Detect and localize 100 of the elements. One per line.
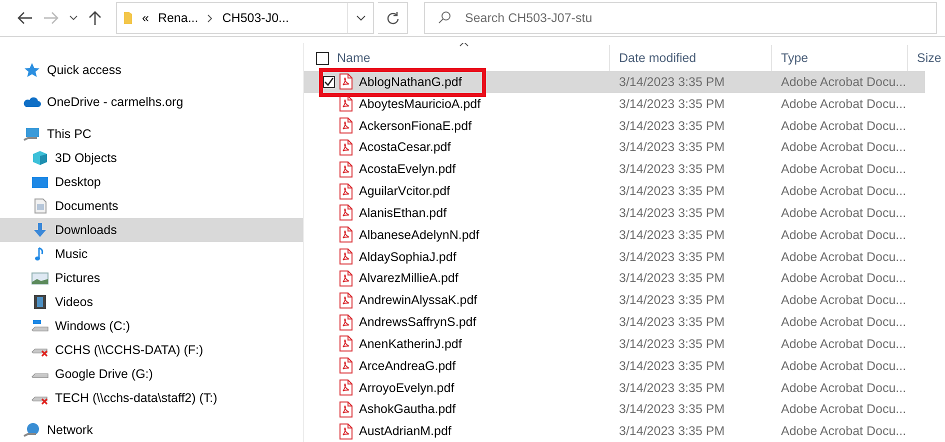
nav-item[interactable]: Windows (C:) — [0, 314, 303, 338]
pdf-file-icon — [339, 182, 353, 200]
date-modified: 3/14/2023 3:35 PM — [618, 184, 726, 198]
file-type: Adobe Acrobat Docu... — [780, 228, 908, 242]
file-type: Adobe Acrobat Docu... — [780, 250, 908, 264]
disconnected-drive-icon — [31, 396, 49, 404]
date-modified: 3/14/2023 3:35 PM — [618, 358, 726, 373]
row-checkbox[interactable] — [323, 76, 335, 88]
file-row[interactable]: AndrewinAlyssaK.pdf 3/14/2023 3:35 PM Adobe Acrobat Docu... — [304, 289, 925, 312]
nav-item[interactable]: 3D Objects — [0, 146, 303, 170]
refresh-button[interactable] — [378, 2, 408, 34]
nav-item[interactable]: Documents — [0, 194, 303, 218]
nav-item[interactable]: OneDrive - carmelhs.org — [0, 90, 303, 114]
file-row[interactable]: AguilarVcitor.pdf 3/14/2023 3:35 PM Adobe Acrobat Docu... — [304, 180, 925, 202]
pdf-file-icon — [339, 117, 353, 134]
breadcrumb[interactable]: CH503-J0... — [222, 11, 289, 25]
date-modified: 3/14/2023 3:35 PM — [618, 96, 726, 111]
file-row[interactable]: AndrewsSaffrynS.pdf 3/14/2023 3:35 PM Adobe Acrobat Docu... — [304, 311, 925, 333]
breadcrumb-overflow[interactable]: « — [142, 11, 149, 25]
file-type: Adobe Acrobat Docu... — [780, 271, 908, 286]
column-header[interactable]: Name — [337, 51, 370, 65]
star-icon — [23, 62, 41, 78]
nav-item[interactable]: This PC — [0, 122, 303, 146]
file-type: Adobe Acrobat Docu... — [780, 424, 908, 438]
nav-item[interactable]: Pictures — [0, 266, 303, 290]
nav-item[interactable]: Google Drive (G:) — [0, 362, 303, 386]
download-arrow-icon — [31, 222, 49, 238]
date-modified: 3/14/2023 3:35 PM — [618, 380, 726, 394]
pdf-file-icon — [339, 73, 353, 90]
select-all-checkbox[interactable] — [316, 52, 329, 64]
file-row[interactable]: AblogNathanG.pdf 3/14/2023 3:35 PM Adobe Acrobat Docu... — [304, 71, 925, 93]
chevron-icon — [207, 14, 214, 22]
file-name: AboytesMauricioA.pdf — [359, 96, 481, 111]
file-name: AshokGautha.pdf — [359, 402, 456, 416]
search-field[interactable]: Search CH503-J07-stu — [424, 2, 937, 34]
chevron-down-icon — [356, 15, 366, 21]
file-type: Adobe Acrobat Docu... — [780, 293, 908, 308]
address-bar[interactable]: « Rena... CH503-J0... — [116, 2, 374, 34]
disconnected-drive-icon — [31, 348, 49, 356]
file-row[interactable]: AboytesMauricioA.pdf 3/14/2023 3:35 PM Adobe Acrobat Docu... — [304, 92, 925, 115]
file-name: AckersonFionaE.pdf — [359, 118, 472, 133]
file-name: AndrewinAlyssaK.pdf — [359, 293, 478, 308]
breadcrumb[interactable]: Rena... — [158, 11, 198, 25]
nav-item[interactable]: Downloads — [0, 218, 303, 242]
file-name: AguilarVcitor.pdf — [359, 184, 450, 198]
column-header[interactable]: Type — [781, 51, 808, 65]
folder-icon — [123, 11, 133, 25]
file-row[interactable]: AcostaCesar.pdf 3/14/2023 3:35 PM Adobe Acrobat Docu... — [304, 136, 925, 158]
forward-arrow-icon — [43, 11, 59, 25]
file-row[interactable]: AnenKatherinJ.pdf 3/14/2023 3:35 PM Adobe Acrobat Docu... — [304, 332, 925, 355]
file-type: Adobe Acrobat Docu... — [780, 118, 908, 133]
file-row[interactable]: ArroyoEvelyn.pdf 3/14/2023 3:35 PM Adobe Acrobat Docu... — [304, 376, 925, 398]
nav-item[interactable]: CCHS (\\CCHS-DATA) (F:) — [0, 338, 303, 362]
nav-item[interactable]: Desktop — [0, 170, 303, 194]
pdf-file-icon — [339, 160, 353, 178]
pdf-file-icon — [339, 335, 353, 352]
file-row[interactable]: AlvarezMillieA.pdf 3/14/2023 3:35 PM Adobe Acrobat Docu... — [304, 267, 925, 290]
date-modified: 3/14/2023 3:35 PM — [618, 336, 726, 351]
pdf-file-icon — [339, 292, 353, 309]
nav-item[interactable]: TECH (\\cchs-data\staff2) (T:) — [0, 386, 303, 410]
column-header[interactable]: Size — [917, 51, 942, 65]
file-name: AndrewsSaffrynS.pdf — [359, 315, 476, 330]
file-row[interactable]: AustAdrianM.pdf 3/14/2023 3:35 PM Adobe Acrobat Docu... — [304, 420, 925, 442]
column-header[interactable]: Date modified — [619, 51, 696, 65]
file-type: Adobe Acrobat Docu... — [780, 336, 908, 351]
file-row[interactable]: AshokGautha.pdf 3/14/2023 3:35 PM Adobe Acrobat Docu... — [304, 398, 925, 420]
nav-item[interactable]: Music — [0, 242, 303, 266]
drive-icon — [31, 372, 49, 378]
date-modified: 3/14/2023 3:35 PM — [618, 206, 726, 220]
file-row[interactable]: AcostaEvelyn.pdf 3/14/2023 3:35 PM Adobe Acrobat Docu... — [304, 158, 925, 180]
computer-icon — [23, 126, 41, 142]
file-row[interactable]: AlanisEthan.pdf 3/14/2023 3:35 PM Adobe Acrobat Docu... — [304, 202, 925, 224]
pdf-file-icon — [339, 400, 353, 418]
file-type: Adobe Acrobat Docu... — [780, 140, 908, 154]
pdf-file-icon — [339, 204, 353, 222]
file-row[interactable]: AckersonFionaE.pdf 3/14/2023 3:35 PM Adobe Acrobat Docu... — [304, 114, 925, 136]
pdf-file-icon — [339, 95, 353, 112]
nav-item[interactable]: Network — [0, 418, 303, 442]
file-name: AnenKatherinJ.pdf — [359, 336, 462, 351]
date-modified: 3/14/2023 3:35 PM — [618, 402, 726, 416]
date-modified: 3/14/2023 3:35 PM — [618, 140, 726, 154]
date-modified: 3/14/2023 3:35 PM — [618, 424, 726, 438]
chevron-down-icon — [68, 15, 78, 21]
pdf-file-icon — [339, 248, 353, 266]
refresh-icon — [386, 11, 400, 25]
file-row[interactable]: ArceAndreaG.pdf 3/14/2023 3:35 PM Adobe Acrobat Docu... — [304, 354, 925, 377]
pdf-file-icon — [339, 270, 353, 287]
nav-item[interactable]: Quick access — [0, 58, 303, 82]
file-row[interactable]: AldaySophiaJ.pdf 3/14/2023 3:35 PM Adobe Acrobat Docu... — [304, 246, 925, 268]
file-type: Adobe Acrobat Docu... — [780, 206, 908, 220]
file-row[interactable]: AlbaneseAdelynN.pdf 3/14/2023 3:35 PM Adobe Acrobat Docu... — [304, 224, 925, 246]
nav-item[interactable]: Videos — [0, 290, 303, 314]
file-type: Adobe Acrobat Docu... — [780, 96, 908, 111]
file-name: AlvarezMillieA.pdf — [359, 271, 458, 286]
date-modified: 3/14/2023 3:35 PM — [618, 118, 726, 133]
pdf-file-icon — [339, 379, 353, 396]
date-modified: 3/14/2023 3:35 PM — [618, 162, 726, 176]
search-icon — [438, 11, 451, 24]
date-modified: 3/14/2023 3:35 PM — [618, 228, 726, 242]
film-icon — [31, 294, 49, 310]
